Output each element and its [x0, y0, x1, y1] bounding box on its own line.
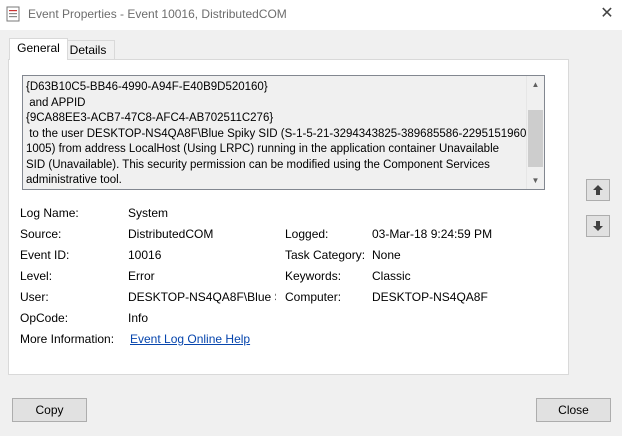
logged-label: Logged:	[285, 227, 329, 241]
next-event-button[interactable]	[586, 215, 610, 237]
window-title: Event Properties - Event 10016, Distribu…	[28, 7, 287, 21]
close-window-icon[interactable]: ✕	[596, 3, 618, 25]
tab-general[interactable]: General	[9, 38, 68, 60]
more-information-label: More Information:	[20, 332, 115, 346]
user-label: User:	[20, 290, 49, 304]
user-value: DESKTOP-NS4QA8F\Blue Sp	[128, 290, 276, 304]
event-viewer-icon	[6, 6, 20, 22]
source-value: DistributedCOM	[128, 227, 214, 241]
previous-event-button[interactable]	[586, 179, 610, 201]
description-box[interactable]: {D63B10C5-BB46-4990-A94F-E40B9D520160} a…	[22, 75, 545, 190]
source-label: Source:	[20, 227, 62, 241]
task-category-value: None	[372, 248, 401, 262]
opcode-label: OpCode:	[20, 311, 69, 325]
logged-value: 03-Mar-18 9:24:59 PM	[372, 227, 493, 241]
task-category-label: Task Category:	[285, 248, 366, 262]
scroll-up-arrow-icon[interactable]: ▲	[527, 76, 544, 93]
description-scrollbar[interactable]: ▲ ▼	[526, 76, 544, 189]
close-button[interactable]: Close	[536, 398, 611, 422]
level-label: Level:	[20, 269, 53, 283]
tab-details[interactable]: Details	[61, 40, 115, 60]
event-id-label: Event ID:	[20, 248, 70, 262]
general-panel: {D63B10C5-BB46-4990-A94F-E40B9D520160} a…	[8, 59, 569, 375]
description-text: {D63B10C5-BB46-4990-A94F-E40B9D520160} a…	[26, 81, 531, 186]
event-id-value: 10016	[128, 248, 162, 262]
computer-value: DESKTOP-NS4QA8F	[372, 290, 488, 304]
keywords-value: Classic	[372, 269, 411, 283]
scroll-down-arrow-icon[interactable]: ▼	[527, 172, 544, 189]
down-arrow-icon	[593, 221, 603, 231]
computer-label: Computer:	[285, 290, 342, 304]
up-arrow-icon	[593, 185, 603, 195]
level-value: Error	[128, 269, 155, 283]
keywords-label: Keywords:	[285, 269, 342, 283]
copy-button[interactable]: Copy	[12, 398, 87, 422]
event-log-online-help-link[interactable]: Event Log Online Help	[130, 331, 278, 347]
title-bar: Event Properties - Event 10016, Distribu…	[0, 0, 622, 30]
log-name-value: System	[128, 206, 169, 220]
scroll-thumb[interactable]	[528, 110, 543, 167]
log-name-label: Log Name:	[20, 206, 79, 220]
opcode-value: Info	[128, 311, 149, 325]
